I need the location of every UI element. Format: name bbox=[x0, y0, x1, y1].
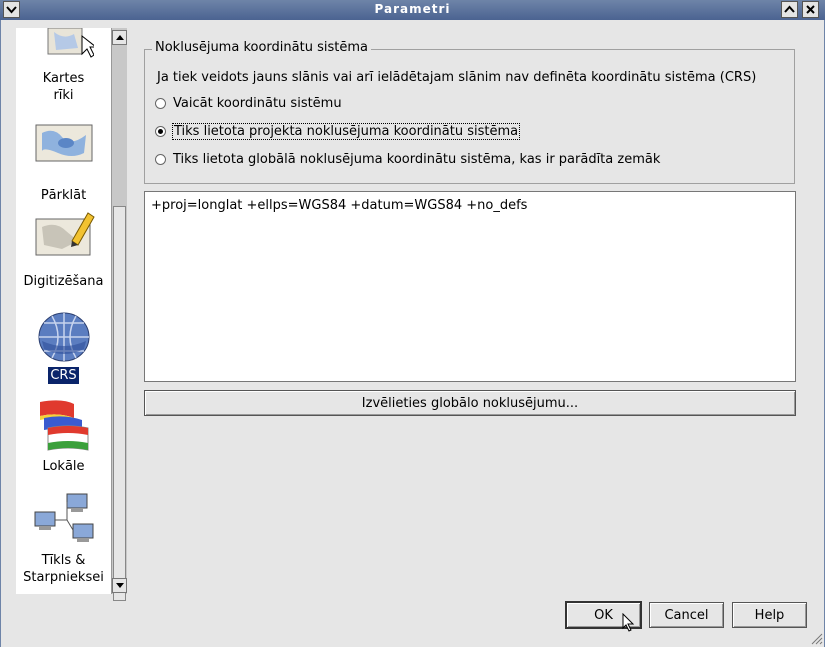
maximize-button[interactable] bbox=[781, 1, 798, 18]
arrow-down-icon bbox=[115, 583, 124, 588]
sidebar-label-digitizing: Digitizēšana bbox=[23, 274, 104, 289]
sidebar-item-crs[interactable]: CRS bbox=[16, 307, 111, 384]
radio-label: Tiks lietota globālā noklusējuma koordin… bbox=[173, 152, 661, 167]
globe-crs-icon bbox=[38, 312, 89, 362]
title-bar[interactable]: Parametri bbox=[0, 0, 825, 21]
map-tools-icon bbox=[47, 28, 94, 58]
close-button[interactable] bbox=[802, 1, 819, 18]
cancel-button[interactable]: Cancel bbox=[649, 602, 724, 628]
arrow-up-icon bbox=[115, 35, 124, 40]
sidebar-label-network-2: Starpnieksei bbox=[23, 570, 104, 585]
sidebar-item-locale[interactable]: Lokāle bbox=[16, 398, 111, 475]
radio-global-crs[interactable]: Tiks lietota globālā noklusējuma koordin… bbox=[155, 152, 660, 167]
scroll-up-button[interactable] bbox=[112, 30, 127, 45]
resize-grip-icon[interactable] bbox=[809, 631, 823, 645]
scrollbar-thumb[interactable] bbox=[113, 206, 126, 601]
radio-label: Tiks lietota projekta noklusējuma koordi… bbox=[171, 123, 521, 140]
radio-project-crs[interactable]: Tiks lietota projekta noklusējuma koordi… bbox=[155, 123, 521, 140]
close-icon bbox=[806, 5, 815, 14]
crs-description: Ja tiek veidots jauns slānis vai arī iel… bbox=[157, 70, 757, 85]
overlay-map-icon bbox=[35, 124, 92, 162]
sidebar-item-digitizing[interactable]: Digitizēšana bbox=[16, 211, 111, 290]
window-title: Parametri bbox=[374, 2, 451, 16]
scroll-down-button[interactable] bbox=[112, 578, 127, 593]
radio-label: Vaicāt koordinātu sistēmu bbox=[173, 96, 342, 111]
sidebar-label-network-1: Tīkls & bbox=[41, 553, 86, 568]
digitizing-pencil-icon bbox=[35, 212, 95, 256]
radio-prompt-crs[interactable]: Vaicāt koordinātu sistēmu bbox=[155, 96, 342, 111]
sidebar-label-map-tools-2: rīki bbox=[53, 88, 74, 103]
radio-button[interactable] bbox=[155, 126, 166, 137]
sidebar-item-map-tools[interactable]: Kartes rīki bbox=[16, 28, 111, 104]
radio-button[interactable] bbox=[155, 154, 166, 165]
radio-button[interactable] bbox=[155, 98, 166, 109]
help-button[interactable]: Help bbox=[732, 602, 807, 628]
ok-button-label: OK bbox=[594, 607, 613, 623]
select-global-default-button[interactable]: Izvēlieties globālo noklusējumu... bbox=[144, 390, 796, 416]
options-sidebar[interactable]: Kartes rīki Pārklāt Digitizēšana CRS Lok… bbox=[16, 28, 111, 594]
chevron-up-icon bbox=[784, 5, 795, 13]
mouse-cursor-icon bbox=[622, 613, 635, 632]
sidebar-label-locale: Lokāle bbox=[42, 459, 85, 474]
network-proxy-icon bbox=[34, 493, 93, 542]
crs-group-title: Noklusējuma koordinātu sistēma bbox=[152, 40, 371, 55]
sidebar-item-network[interactable]: Tīkls & Starpnieksei bbox=[16, 492, 111, 586]
locale-flags-icon bbox=[39, 400, 88, 451]
sidebar-label-map-tools-1: Kartes bbox=[42, 71, 85, 86]
sidebar-label-overlay: Pārklāt bbox=[40, 188, 87, 203]
sidebar-scrollbar[interactable] bbox=[111, 28, 127, 601]
sidebar-label-crs: CRS bbox=[48, 367, 79, 384]
sidebar-item-overlay[interactable]: Pārklāt bbox=[16, 123, 111, 204]
crs-proj-text[interactable]: +proj=longlat +ellps=WGS84 +datum=WGS84 … bbox=[144, 191, 796, 382]
